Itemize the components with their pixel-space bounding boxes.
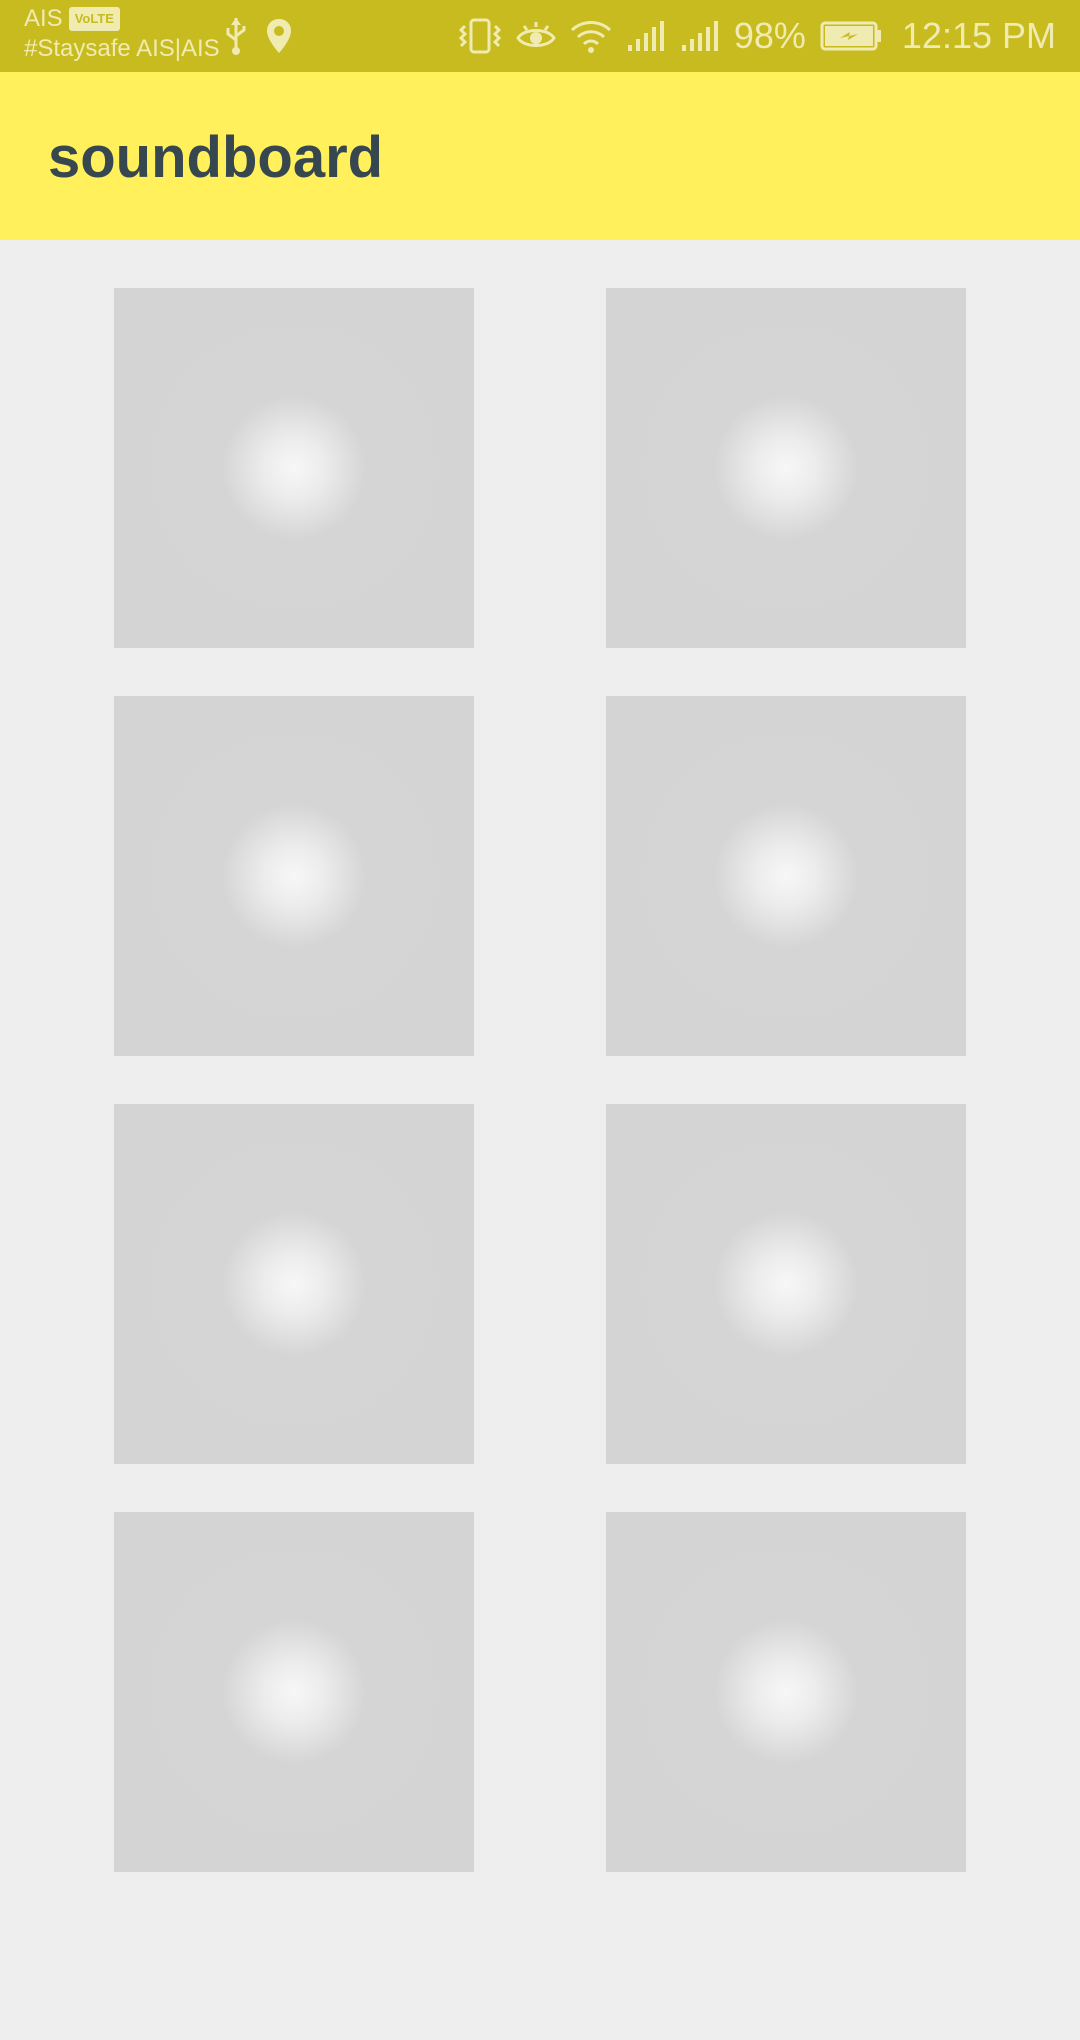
carrier-info: AIS VoLTE #Staysafe AIS|AIS xyxy=(24,4,220,64)
network-tag: #Staysafe AIS|AIS xyxy=(24,35,220,62)
wifi-icon xyxy=(570,18,612,54)
signal-icon xyxy=(626,19,666,53)
status-bar: AIS VoLTE #Staysafe AIS|AIS 98% 12:15 PM xyxy=(0,0,1080,72)
carrier-name: AIS xyxy=(24,5,63,32)
sound-button-5[interactable] xyxy=(114,1104,474,1464)
sound-button-3[interactable] xyxy=(114,696,474,1056)
clock: 12:15 PM xyxy=(901,15,1056,56)
battery-percent: 98% xyxy=(733,15,806,56)
sound-button-8[interactable] xyxy=(606,1512,966,1872)
usb-icon xyxy=(224,16,248,56)
sound-button-2[interactable] xyxy=(606,288,966,648)
eye-comfort-icon xyxy=(516,20,556,52)
vibrate-icon xyxy=(458,18,502,54)
signal-icon xyxy=(680,19,720,53)
location-icon xyxy=(266,18,292,54)
sound-button-6[interactable] xyxy=(606,1104,966,1464)
sound-button-4[interactable] xyxy=(606,696,966,1056)
app-bar: soundboard xyxy=(0,72,1080,240)
page-title: soundboard xyxy=(48,125,384,190)
sound-button-1[interactable] xyxy=(114,288,474,648)
sound-button-7[interactable] xyxy=(114,1512,474,1872)
battery-charging-icon xyxy=(820,21,882,51)
volte-badge: VoLTE xyxy=(68,7,120,31)
